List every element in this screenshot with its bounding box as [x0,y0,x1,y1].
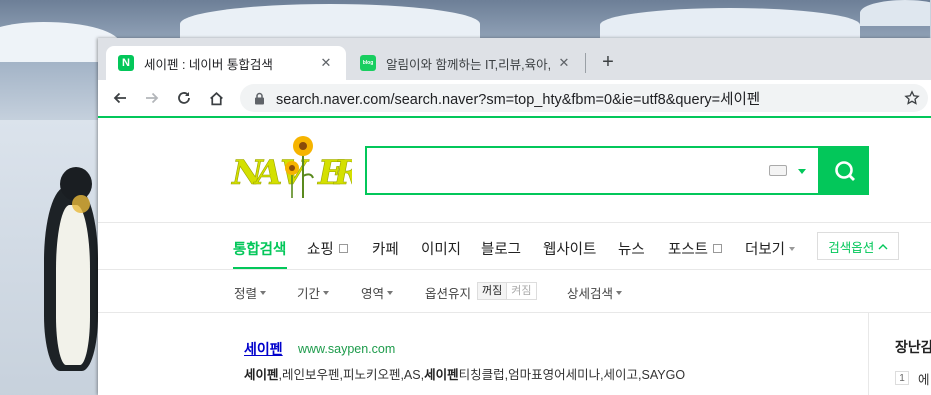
detail-search-dropdown[interactable]: 상세검색 [567,283,623,302]
reload-icon [178,92,190,104]
browser-window: N 세이펜 : 네이버 통합검색 ✕ blog 알림이와 함께하는 IT,리뷰,… [98,38,931,395]
option-keep-toggle[interactable]: 꺼짐 켜짐 [477,282,537,300]
period-dropdown[interactable]: 기간 [297,283,330,302]
side-panel-title: 장난감 [895,339,931,355]
tab-integrated-search[interactable]: 통합검색 [233,238,286,259]
external-link-icon [338,244,348,253]
lock-icon[interactable] [252,91,266,105]
penguin-image [38,165,104,375]
search-category-nav: 통합검색 쇼핑 카페 이미지 블로그 웹사이트 뉴스 포스트 더보기 검색옵션 [98,223,931,269]
external-link-icon [713,244,723,253]
blog-favicon-icon: blog [360,55,376,71]
tab-blog[interactable]: blog 알림이와 함께하는 IT,리뷰,육아, ✕ [348,46,584,80]
tab-shopping[interactable]: 쇼핑 [307,238,348,259]
toggle-on[interactable]: 켜짐 [507,283,535,299]
bookmark-star-icon[interactable] [902,88,922,108]
url-text: search.naver.com/search.naver?sm=top_hty… [276,91,761,108]
filter-bar: 정렬 기간 영역 옵션유지 꺼짐 켜짐 상세검색 [98,270,931,312]
tab-more[interactable]: 더보기 [745,238,796,259]
home-button[interactable] [204,86,228,110]
tab-images[interactable]: 이미지 [421,238,461,259]
browser-toolbar: search.naver.com/search.naver?sm=top_hty… [98,80,931,116]
tab-blog[interactable]: 블로그 [481,238,521,259]
sort-dropdown[interactable]: 정렬 [234,283,267,302]
search-input[interactable] [365,146,820,195]
tab-title: 알림이와 함께하는 IT,리뷰,육아, [386,57,550,72]
result-url-link[interactable]: www.saypen.com [298,342,395,356]
search-options-button[interactable]: 검색옵션 [817,232,899,260]
address-bar[interactable]: search.naver.com/search.naver?sm=top_hty… [240,84,928,112]
tab-post[interactable]: 포스트 [668,238,723,259]
result-description: 세이펜,레인보우펜,피노키오펜,AS,세이펜티칭클럽,엄마표영어세미나,세이고,… [244,368,686,382]
back-arrow-icon [113,92,126,104]
tab-naver-search[interactable]: N 세이펜 : 네이버 통합검색 ✕ [106,46,346,80]
search-button[interactable] [820,146,869,195]
tab-title: 세이펜 : 네이버 통합검색 [144,57,273,72]
tab-cafe[interactable]: 카페 [372,238,399,259]
chevron-up-icon [878,243,888,249]
keyboard-icon[interactable] [769,165,787,176]
result-title-link[interactable]: 세이펜 [244,339,283,359]
svg-text:R: R [333,153,352,193]
side-panel-item[interactable]: 에 [918,369,931,388]
rank-badge: 1 [895,371,909,385]
iceberg [600,8,860,42]
search-icon [834,160,855,181]
area-dropdown[interactable]: 영역 [361,283,394,302]
new-tab-button[interactable]: + [596,50,620,74]
tab-separator [585,53,586,73]
chevron-down-icon [260,290,267,295]
autocomplete-toggle-icon[interactable] [798,169,806,174]
close-tab-icon[interactable]: ✕ [318,55,334,71]
naver-favicon-icon: N [118,55,134,71]
svg-text:A: A [253,153,282,193]
tab-strip: N 세이펜 : 네이버 통합검색 ✕ blog 알림이와 함께하는 IT,리뷰,… [98,38,931,80]
naver-search-page: N A V E R [98,118,931,395]
chevron-down-icon [616,290,623,295]
reload-button[interactable] [172,86,196,110]
tab-websites[interactable]: 웹사이트 [543,238,596,259]
close-tab-icon[interactable]: ✕ [556,55,572,71]
home-icon [209,91,223,105]
naver-doodle-logo[interactable]: N A V E R [230,132,363,202]
forward-arrow-icon [146,92,159,104]
toggle-off[interactable]: 꺼짐 [478,283,508,299]
option-keep-label: 옵션유지 [425,287,472,301]
chevron-down-icon [387,290,394,295]
iceberg [860,0,931,26]
tab-news[interactable]: 뉴스 [618,238,645,259]
chevron-down-icon [323,290,330,295]
chevron-down-icon [789,246,796,251]
forward-button[interactable] [140,86,164,110]
back-button[interactable] [108,86,132,110]
